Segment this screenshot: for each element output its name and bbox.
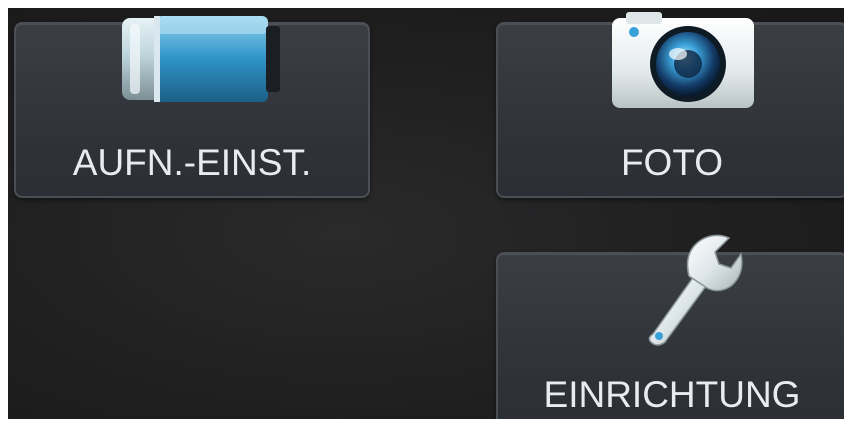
wrench-icon: [648, 234, 743, 346]
menu-screen: AUFN.-EINST. FOTO EINRICHTUNG: [8, 8, 844, 419]
photo-label: FOTO: [620, 142, 724, 183]
setup-label: EINRICHTUNG: [543, 374, 801, 415]
camcorder-icon: [122, 16, 280, 102]
recording-settings-label: AUFN.-EINST.: [72, 142, 312, 183]
camera-icon: [612, 12, 754, 108]
